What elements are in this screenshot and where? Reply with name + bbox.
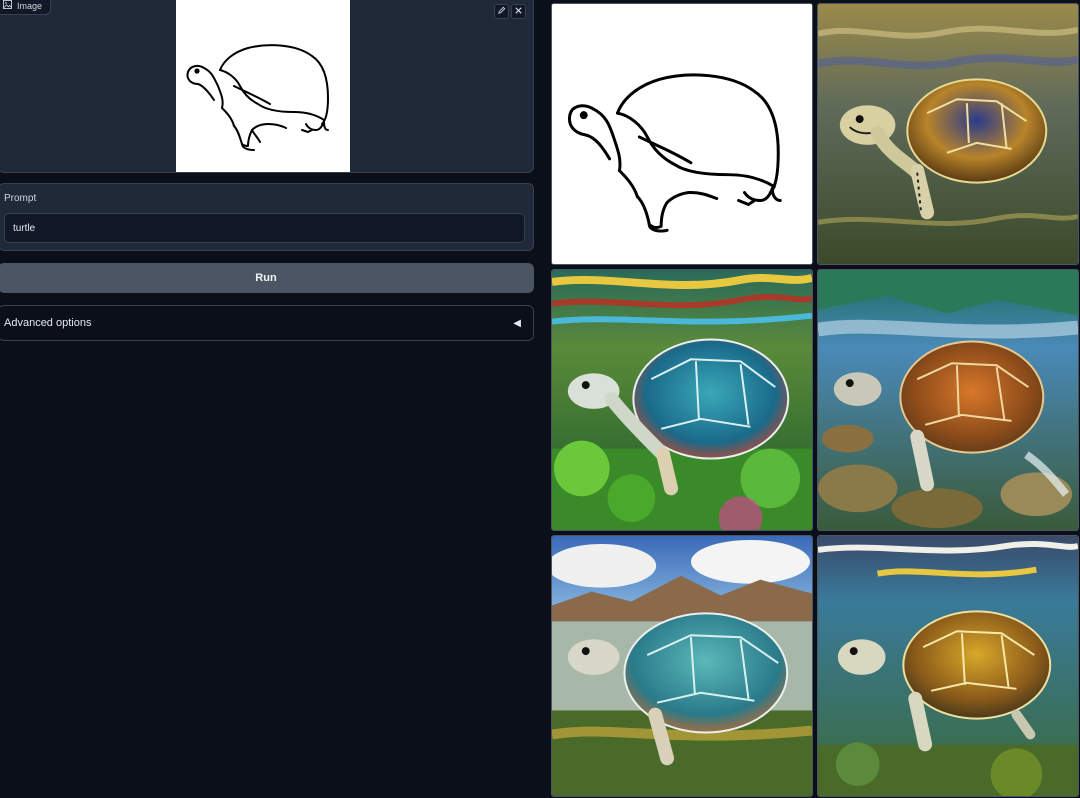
prompt-label: Prompt	[4, 193, 37, 204]
prompt-input[interactable]	[4, 213, 525, 243]
gallery-item-turtle-mountains[interactable]	[551, 535, 813, 797]
image-icon	[3, 0, 12, 11]
advanced-options-accordion[interactable]: Advanced options ◀	[0, 305, 534, 341]
gallery-item-sketch[interactable]	[551, 3, 813, 265]
edit-sketch-button[interactable]	[494, 4, 509, 19]
pencil-icon	[497, 6, 506, 18]
caret-left-icon: ◀	[513, 317, 521, 329]
gallery-item-turtle-water[interactable]	[817, 3, 1079, 265]
gallery-column	[546, 0, 1080, 798]
gallery-item-turtle-rocks[interactable]	[817, 269, 1079, 531]
image-sketch-panel[interactable]: Image	[0, 0, 534, 173]
clear-sketch-button[interactable]	[511, 4, 526, 19]
controls-column: Image Prompt turtle Run Advanced options…	[0, 0, 546, 798]
output-gallery	[551, 3, 1079, 798]
close-icon	[514, 6, 523, 18]
prompt-block: Prompt	[0, 183, 534, 251]
advanced-options-label: Advanced options	[4, 317, 92, 329]
image-label-badge: Image	[0, 0, 52, 15]
gallery-item-turtle-reef[interactable]	[551, 269, 813, 531]
sketch-canvas[interactable]	[176, 0, 350, 172]
image-label-text: Image	[17, 0, 43, 11]
run-button[interactable]: Run	[0, 263, 534, 293]
gallery-item-turtle-underwater[interactable]	[817, 535, 1079, 797]
